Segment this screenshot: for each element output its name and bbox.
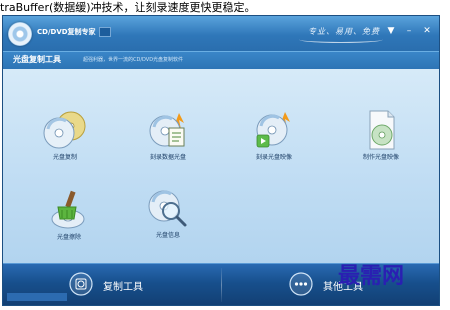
feature-label: 光盘擦除 xyxy=(56,234,81,241)
feature-label: 制作光盘映像 xyxy=(362,154,399,161)
title-badge xyxy=(99,27,111,37)
feature-burn-image[interactable]: 刻录光盘映像 xyxy=(234,109,314,161)
tab-divider xyxy=(221,268,222,302)
title-bar: CD/DVD复制专家 专业、易用、免费 ▼ – ✕ xyxy=(3,16,439,51)
disc-copy-icon xyxy=(43,111,86,149)
disc-erase-icon xyxy=(51,190,85,229)
section-title: 光盘复制工具 xyxy=(13,55,61,64)
app-title: CD/DVD复制专家 xyxy=(37,28,96,36)
section-subtitle: 超强利器，世界一流的CD/DVD光盘复制软件 xyxy=(83,57,184,63)
feature-disc-erase[interactable]: 光盘擦除 xyxy=(29,189,109,241)
feature-label: 光盘信息 xyxy=(155,232,180,239)
feature-burn-data-disc[interactable]: 刻录数据光盘 xyxy=(128,109,208,161)
feature-label: 光盘复制 xyxy=(52,154,77,161)
feature-label: 刻录数据光盘 xyxy=(149,154,186,161)
feature-make-image[interactable]: 制作光盘映像 xyxy=(341,109,421,161)
minimize-button[interactable]: – xyxy=(403,25,415,37)
feature-disc-info[interactable]: 光盘信息 xyxy=(128,187,208,239)
tab-label: 复制工具 xyxy=(103,282,143,293)
section-header: 光盘复制工具 超强利器，世界一流的CD/DVD光盘复制软件 xyxy=(3,51,439,70)
watermark: 最需网 xyxy=(338,263,405,289)
burn-image-icon xyxy=(256,112,290,148)
slogan-swoosh xyxy=(299,36,383,43)
feature-panel: 光盘复制 刻录数据光盘 刻录光盘映像 制作光盘映像 光盘擦除 光盘信息 xyxy=(3,69,439,263)
disc-tool-icon xyxy=(69,272,93,296)
make-image-icon xyxy=(369,110,395,150)
feature-disc-copy[interactable]: 光盘复制 xyxy=(25,109,105,161)
status-strip xyxy=(7,293,67,301)
close-button[interactable]: ✕ xyxy=(421,25,433,37)
app-logo-icon xyxy=(8,22,32,46)
disc-info-icon xyxy=(148,190,187,227)
menu-button[interactable]: ▼ xyxy=(385,25,397,37)
feature-label: 刻录光盘映像 xyxy=(255,154,292,161)
more-dots-icon xyxy=(289,272,313,296)
burn-data-disc-icon xyxy=(149,113,185,147)
page-caption: traBuffer(数据缓)冲技术，让刻录速度更快更稳定。 xyxy=(0,1,256,14)
